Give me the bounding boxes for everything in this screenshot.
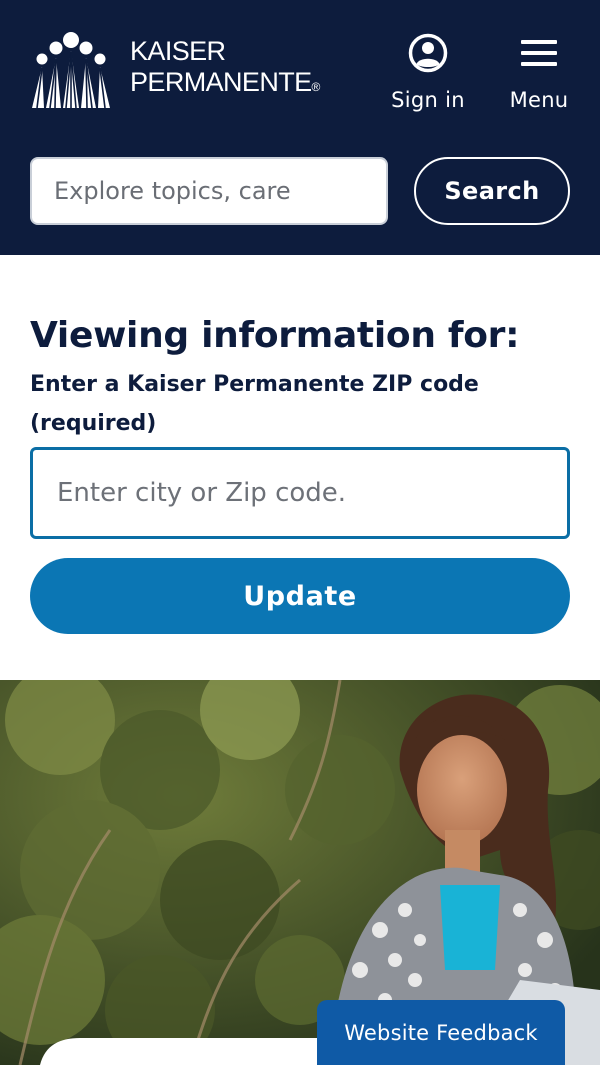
logo-line-kaiser: KAISER [130, 35, 226, 66]
kaiser-permanente-logo[interactable]: KAISER PERMANENTE® [30, 28, 320, 110]
site-header: KAISER PERMANENTE® Sign in Menu Search [0, 0, 600, 255]
hamburger-menu-icon [521, 40, 557, 66]
website-feedback-button[interactable]: Website Feedback [317, 1000, 565, 1065]
site-search-input[interactable] [30, 157, 388, 225]
zip-code-label: Enter a Kaiser Permanente ZIP code (requ… [30, 372, 479, 436]
logo-line-permanente: PERMANENTE [130, 66, 312, 97]
menu-label: Menu [509, 88, 569, 112]
zip-code-input[interactable] [30, 447, 570, 539]
viewing-info-heading: Viewing information for: [30, 315, 520, 356]
update-button[interactable]: Update [30, 558, 570, 634]
menu-button[interactable]: Menu [503, 30, 575, 120]
search-button[interactable]: Search [414, 157, 570, 225]
registered-mark: ® [311, 79, 321, 94]
user-circle-icon [408, 33, 448, 73]
logo-wordmark: KAISER PERMANENTE® [130, 36, 320, 103]
sign-in-button[interactable]: Sign in [386, 30, 470, 120]
sign-in-label: Sign in [391, 88, 465, 112]
kp-people-logo-icon [32, 32, 110, 108]
